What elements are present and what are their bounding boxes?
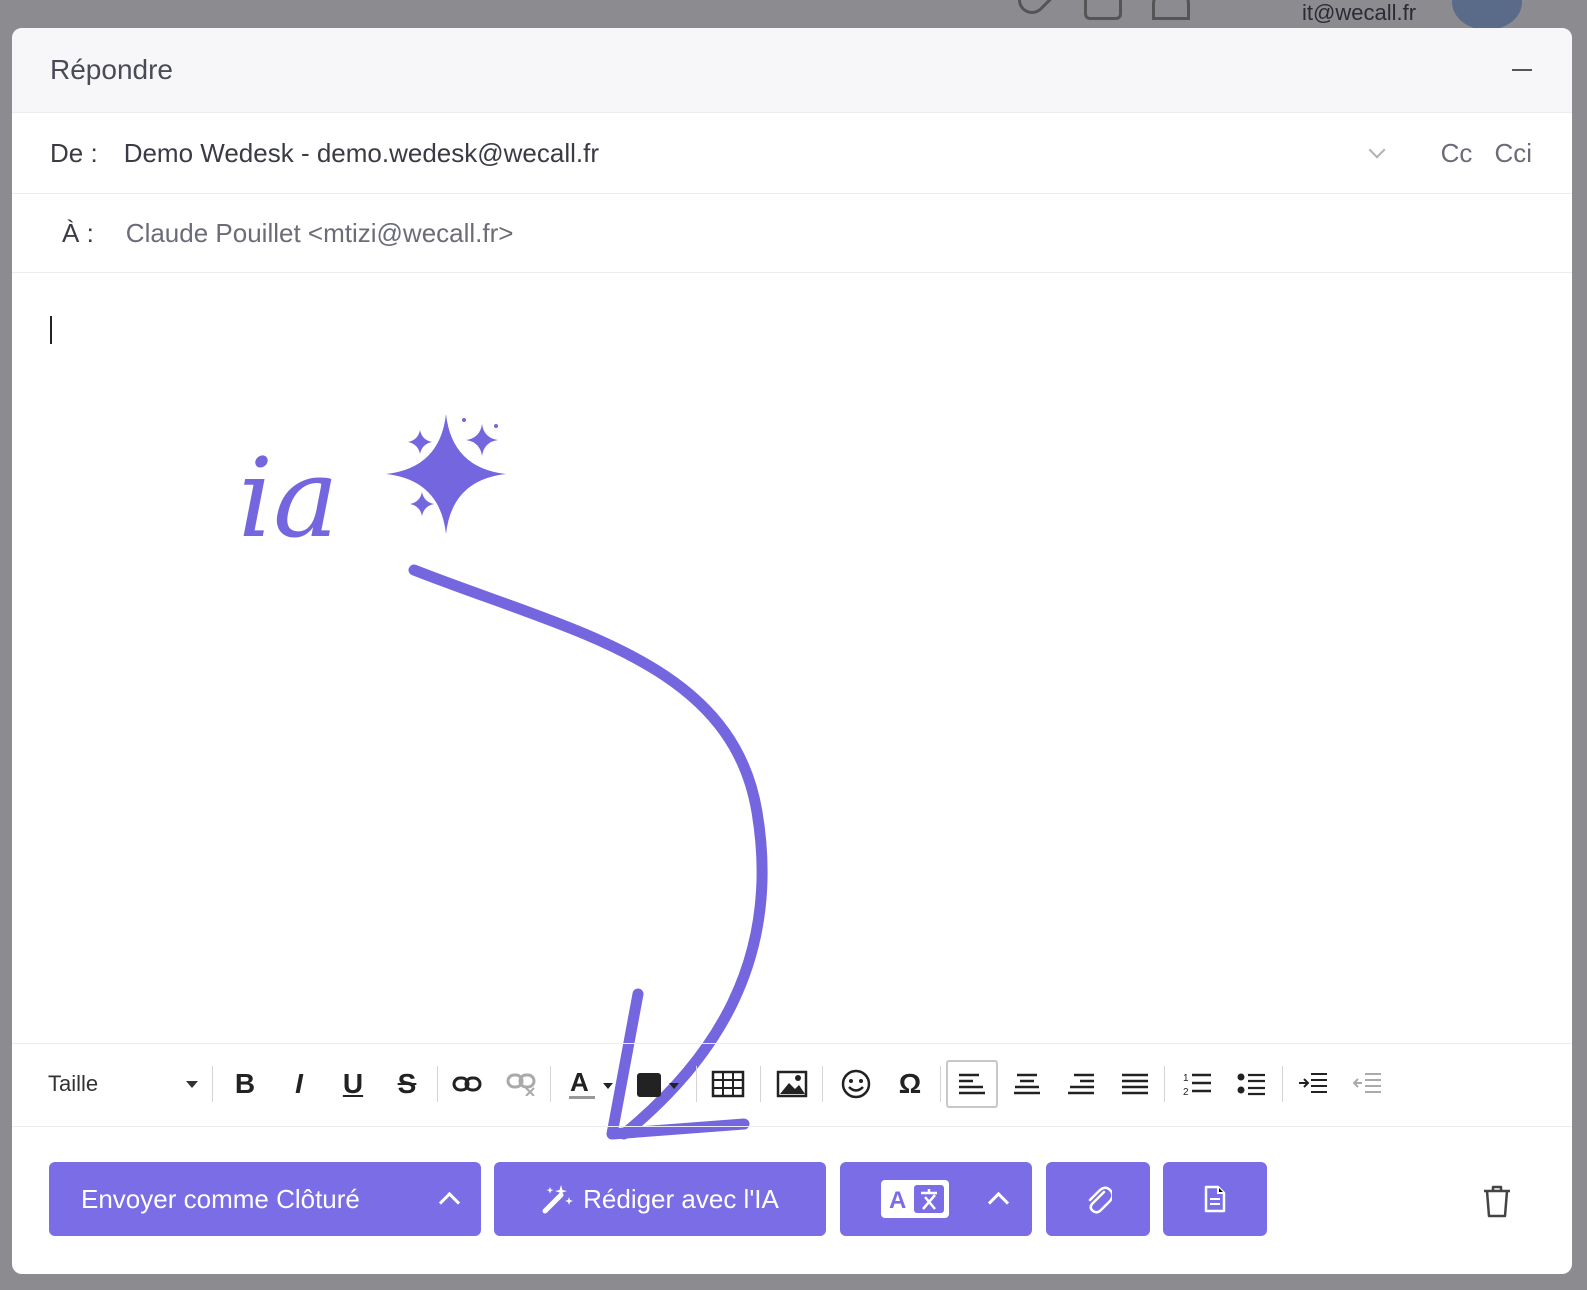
delete-draft-button[interactable]	[1482, 1184, 1512, 1223]
background-header: it@wecall.fr	[0, 0, 1587, 30]
magic-wand-icon	[542, 1185, 574, 1214]
table-button[interactable]	[710, 1064, 746, 1104]
translate-icon-text: A	[889, 1187, 906, 1214]
unordered-list-icon	[1237, 1073, 1265, 1096]
align-right-icon	[1068, 1073, 1094, 1095]
toolbar-divider	[760, 1066, 761, 1102]
message-editor[interactable]: ia	[12, 272, 1572, 1140]
to-row: À : Claude Pouillet <mtizi@wecall.fr>	[12, 194, 1572, 273]
chevron-up-icon[interactable]	[438, 1191, 461, 1213]
justify-button[interactable]	[1120, 1064, 1150, 1104]
toolbar-divider	[940, 1066, 941, 1102]
bold-button[interactable]: B	[230, 1064, 260, 1104]
italic-button[interactable]: I	[284, 1064, 314, 1104]
inbox-icon	[1084, 0, 1122, 20]
heart-icon	[1012, 0, 1052, 20]
ai-compose-button[interactable]: Rédiger avec l'IA	[494, 1162, 826, 1236]
toolbar-divider	[550, 1066, 551, 1102]
outdent-icon	[1353, 1073, 1381, 1093]
ia-annotation: ia	[238, 414, 768, 1140]
user-icon	[1152, 0, 1190, 20]
ai-compose-label: Rédiger avec l'IA	[583, 1183, 779, 1214]
modal-header: Répondre	[12, 28, 1572, 113]
trash-icon	[1484, 1185, 1510, 1218]
svg-text:A: A	[570, 1067, 589, 1097]
align-center-icon	[1014, 1073, 1040, 1095]
translate-icon: A	[881, 1180, 949, 1218]
caret-down-icon	[186, 1080, 198, 1088]
text-color-icon: A	[569, 1067, 613, 1099]
from-select[interactable]: Demo Wedesk - demo.wedesk@wecall.fr	[124, 138, 1371, 169]
toolbar-divider	[437, 1066, 438, 1102]
ordered-list-icon: 12	[1183, 1073, 1211, 1097]
bcc-button[interactable]: Cci	[1494, 138, 1532, 169]
ia-annotation-text: ia	[238, 434, 339, 562]
link-icon	[452, 1076, 482, 1092]
cc-button[interactable]: Cc	[1441, 138, 1473, 169]
align-left-icon	[959, 1073, 985, 1095]
font-size-select[interactable]: Taille	[48, 1064, 198, 1104]
svg-text:1: 1	[1183, 1073, 1189, 1084]
underline-button[interactable]: U	[338, 1064, 368, 1104]
formatting-toolbar: Taille B I U S A Ω 1 2	[12, 1043, 1572, 1127]
toolbar-divider	[1164, 1066, 1165, 1102]
chevron-up-icon[interactable]	[987, 1191, 1010, 1213]
from-row: De : Demo Wedesk - demo.wedesk@wecall.fr…	[12, 113, 1572, 194]
document-icon	[1204, 1185, 1226, 1213]
unlink-icon	[506, 1073, 536, 1096]
sparkle-icon	[466, 424, 498, 456]
indent-button[interactable]	[1298, 1064, 1328, 1104]
align-left-button[interactable]	[946, 1060, 998, 1108]
reply-modal: Répondre De : Demo Wedesk - demo.wedesk@…	[12, 28, 1572, 1274]
underline-icon: U	[342, 1068, 364, 1099]
toolbar-divider	[696, 1066, 697, 1102]
sparkle-icon	[410, 492, 434, 516]
table-icon	[711, 1070, 745, 1098]
outdent-button[interactable]	[1352, 1064, 1382, 1104]
from-label: De :	[50, 137, 98, 168]
text-color-button[interactable]: A	[566, 1064, 616, 1104]
user-email: it@wecall.fr	[1302, 0, 1417, 25]
template-button[interactable]	[1163, 1162, 1267, 1236]
emoji-icon	[841, 1069, 871, 1099]
italic-icon: I	[295, 1068, 303, 1099]
avatar	[1452, 0, 1522, 30]
attach-button[interactable]	[1046, 1162, 1150, 1236]
toolbar-divider	[822, 1066, 823, 1102]
align-right-button[interactable]	[1066, 1064, 1096, 1104]
omega-icon: Ω	[898, 1068, 922, 1099]
indent-icon	[1299, 1073, 1327, 1093]
font-size-label: Taille	[48, 1071, 99, 1096]
send-closed-label: Envoyer comme Clôturé	[81, 1183, 360, 1214]
paperclip-icon	[1088, 1186, 1112, 1214]
modal-title: Répondre	[50, 54, 173, 85]
minimize-button[interactable]	[1512, 69, 1532, 71]
chevron-down-icon[interactable]	[1368, 141, 1386, 159]
bold-icon: B	[234, 1068, 256, 1099]
translate-button[interactable]: A	[840, 1162, 1032, 1236]
to-label: À :	[62, 217, 94, 248]
align-center-button[interactable]	[1012, 1064, 1042, 1104]
sparkle-icon	[386, 414, 506, 534]
to-field[interactable]: Claude Pouillet <mtizi@wecall.fr>	[126, 218, 1532, 249]
link-button[interactable]	[450, 1064, 484, 1104]
toolbar-divider	[1282, 1066, 1283, 1102]
unlink-button[interactable]	[504, 1064, 538, 1104]
background-color-icon	[637, 1073, 679, 1097]
strikethrough-button[interactable]: S	[392, 1064, 422, 1104]
background-color-button[interactable]	[632, 1064, 682, 1104]
svg-text:2: 2	[1183, 1087, 1189, 1097]
image-button[interactable]	[774, 1064, 810, 1104]
strikethrough-icon: S	[397, 1068, 417, 1099]
special-character-button[interactable]: Ω	[892, 1064, 928, 1104]
ordered-list-button[interactable]: 12	[1182, 1064, 1212, 1104]
send-closed-button[interactable]: Envoyer comme Clôturé	[49, 1162, 481, 1236]
sparkle-icon	[408, 430, 432, 454]
justify-icon	[1122, 1073, 1148, 1095]
emoji-button[interactable]	[838, 1064, 874, 1104]
toolbar-divider	[212, 1066, 213, 1102]
image-icon	[776, 1070, 808, 1098]
unordered-list-button[interactable]	[1236, 1064, 1266, 1104]
